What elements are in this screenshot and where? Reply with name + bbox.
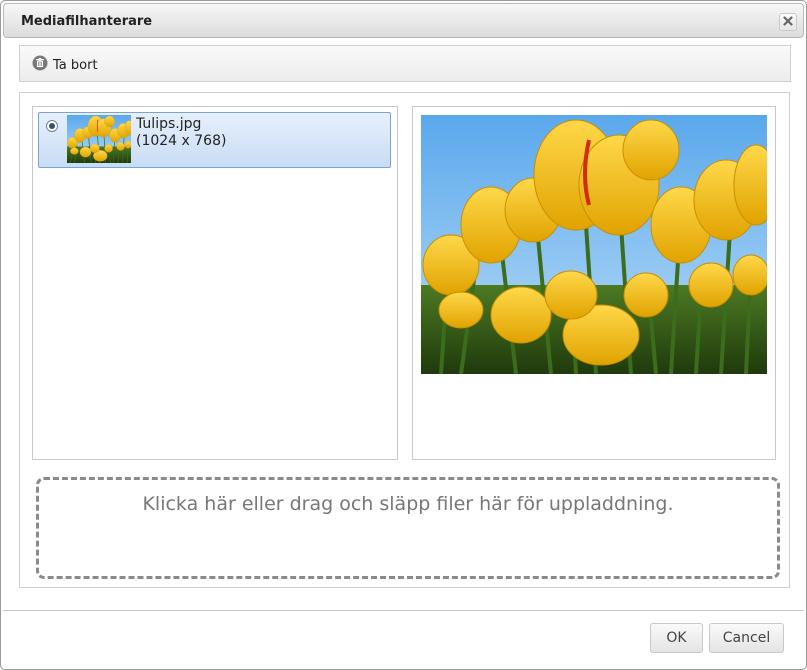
file-list: Tulips.jpg (1024 x 768)	[32, 106, 398, 460]
close-button[interactable]	[779, 13, 797, 31]
ok-button[interactable]: OK	[650, 623, 703, 653]
close-icon	[783, 15, 793, 30]
preview-image	[421, 115, 767, 374]
file-name: Tulips.jpg	[136, 116, 202, 132]
preview-panel	[412, 106, 776, 460]
file-select-radio[interactable]	[46, 120, 58, 132]
file-list-item[interactable]: Tulips.jpg (1024 x 768)	[38, 112, 391, 168]
footer-divider	[3, 610, 804, 611]
file-dimensions: (1024 x 768)	[136, 133, 227, 149]
dropzone-text: Klicka här eller drag och släpp filer hä…	[142, 493, 674, 515]
cancel-button[interactable]: Cancel	[709, 623, 784, 653]
file-thumbnail	[67, 115, 131, 163]
toolbar: Ta bort	[19, 45, 791, 82]
delete-button[interactable]: Ta bort	[32, 55, 98, 75]
upload-dropzone[interactable]: Klicka här eller drag och släpp filer hä…	[36, 477, 780, 579]
dialog-titlebar[interactable]: Mediafilhanterare	[3, 3, 804, 38]
delete-button-label: Ta bort	[53, 57, 98, 73]
media-manager-dialog: Mediafilhanterare Ta bort Tulips.jpg (10…	[0, 0, 807, 670]
dialog-title: Mediafilhanterare	[21, 14, 153, 29]
trash-icon	[32, 55, 48, 75]
main-panel: Tulips.jpg (1024 x 768) Klicka här eller…	[19, 92, 790, 588]
